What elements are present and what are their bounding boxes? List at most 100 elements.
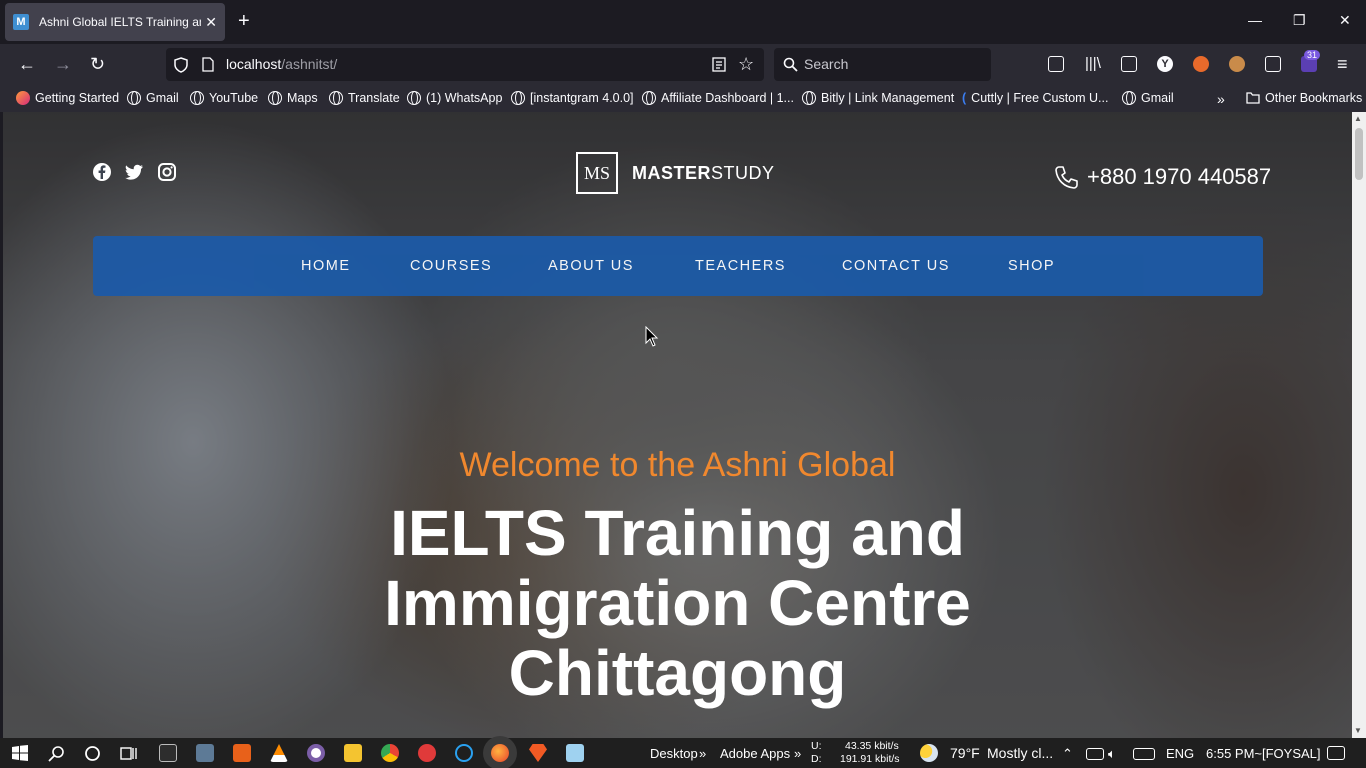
search-bar[interactable]: Search: [774, 48, 991, 81]
scroll-up-icon[interactable]: ▲: [1354, 114, 1362, 123]
scroll-down-icon[interactable]: ▼: [1354, 726, 1362, 735]
other-bookmarks[interactable]: Other Bookmarks: [1246, 91, 1362, 105]
firefox-taskbar-icon[interactable]: [491, 744, 509, 762]
restore-icon[interactable]: ❐: [1293, 12, 1306, 29]
bookmark-gmail[interactable]: Gmail: [127, 91, 179, 105]
taskbar-search-icon[interactable]: [48, 745, 65, 762]
ccleaner-icon[interactable]: [455, 744, 473, 762]
net-up-speed: 43.35 kbit/s: [845, 740, 899, 752]
tab-title: Ashni Global IELTS Training and: [39, 15, 202, 29]
adobe-apps-toolbar[interactable]: Adobe Apps: [720, 746, 790, 761]
network-icon[interactable]: [1086, 748, 1104, 760]
menu-teachers[interactable]: TEACHERS: [695, 258, 786, 274]
vlc-icon[interactable]: [270, 744, 288, 762]
bookmark-translate[interactable]: Translate: [329, 91, 400, 105]
adobe-chevron-icon[interactable]: »: [794, 746, 801, 761]
reader-view-icon[interactable]: [712, 57, 726, 72]
weather-icon[interactable]: [920, 744, 938, 762]
instagram-icon[interactable]: [157, 162, 177, 182]
notifications-icon[interactable]: [1327, 746, 1345, 760]
site-logo[interactable]: MS MASTERSTUDY: [576, 152, 775, 194]
globe-icon: [329, 91, 343, 105]
bookmark-whatsapp[interactable]: (1) WhatsApp: [407, 91, 502, 105]
hero-headline: IELTS Training and Immigration Centre Ch…: [3, 498, 1352, 708]
tab-strip: M Ashni Global IELTS Training and ✕ + — …: [0, 0, 1366, 44]
folder-icon: [1246, 92, 1260, 104]
notepad-icon[interactable]: [566, 744, 584, 762]
menu-shop[interactable]: SHOP: [1008, 258, 1055, 274]
cookie-icon[interactable]: [1229, 56, 1245, 72]
globe-icon: [511, 91, 525, 105]
new-tab-button[interactable]: +: [238, 11, 250, 31]
bookmark-cuttly[interactable]: (Cuttly | Free Custom U...: [962, 91, 1108, 105]
hero-welcome: Welcome to the Ashni Global: [459, 446, 896, 484]
globe-icon: [1122, 91, 1136, 105]
header-phone[interactable]: +880 1970 440587: [1053, 164, 1271, 190]
tray-chevron-icon[interactable]: ⌃: [1062, 746, 1073, 762]
bookmark-youtube[interactable]: YouTube: [190, 91, 258, 105]
close-window-icon[interactable]: ✕: [1339, 12, 1351, 29]
scroll-thumb[interactable]: [1355, 128, 1363, 180]
yoast-extension-icon[interactable]: Y: [1157, 56, 1173, 72]
file-explorer-icon[interactable]: [344, 744, 362, 762]
screenshot-icon[interactable]: [1265, 56, 1281, 72]
more-bookmarks-icon[interactable]: »: [1217, 91, 1225, 107]
bookmark-maps[interactable]: Maps: [268, 91, 318, 105]
weather-temp[interactable]: 79°F: [950, 745, 980, 761]
reload-icon[interactable]: ↻: [90, 54, 105, 74]
weather-condition[interactable]: Mostly cl...: [987, 745, 1053, 761]
extension-badge: 31: [1304, 50, 1321, 60]
media-player-icon[interactable]: [307, 744, 325, 762]
globe-icon: [802, 91, 816, 105]
shield-icon[interactable]: [174, 57, 188, 73]
task-view-icon[interactable]: [120, 745, 138, 762]
menu-home[interactable]: HOME: [301, 258, 351, 274]
sidebar-icon[interactable]: [1121, 56, 1137, 72]
extension-icon[interactable]: [1193, 56, 1209, 72]
menu-about-us[interactable]: ABOUT US: [548, 258, 634, 274]
volume-icon[interactable]: 🔈︎: [1108, 746, 1116, 762]
bookmark-instantgram[interactable]: [instantgram 4.0.0]: [511, 91, 634, 105]
chrome-icon[interactable]: [381, 744, 399, 762]
xampp-icon[interactable]: [233, 744, 251, 762]
keyboard-icon[interactable]: [1133, 748, 1155, 760]
taskbar-clock[interactable]: 6:55 PM~[FOYSAL]: [1206, 746, 1321, 761]
brave-icon[interactable]: [529, 744, 547, 762]
menu-courses[interactable]: COURSES: [410, 258, 492, 274]
bookmark-gmail-2[interactable]: Gmail: [1122, 91, 1174, 105]
app-icon[interactable]: [418, 744, 436, 762]
language-indicator[interactable]: ENG: [1166, 746, 1194, 761]
url-bar[interactable]: localhost/ashnitst/ ☆: [166, 48, 764, 81]
url-text[interactable]: localhost/ashnitst/: [226, 56, 337, 72]
cortana-icon[interactable]: [84, 745, 101, 762]
cmd-icon[interactable]: [159, 744, 177, 762]
bookmark-getting-started[interactable]: Getting Started: [16, 91, 119, 105]
globe-icon: [127, 91, 141, 105]
menu-contact-us[interactable]: CONTACT US: [842, 258, 950, 274]
windows-taskbar: Desktop » Adobe Apps » U: D: 43.35 kbit/…: [0, 738, 1366, 768]
desktop-toolbar[interactable]: Desktop: [650, 746, 698, 761]
library-icon[interactable]: |||\: [1085, 54, 1101, 74]
net-down-label: D:: [811, 753, 822, 765]
pocket-icon[interactable]: [1048, 56, 1064, 72]
back-icon[interactable]: ←: [18, 54, 36, 74]
menu-icon[interactable]: ≡: [1337, 54, 1348, 74]
tab-active[interactable]: M Ashni Global IELTS Training and ✕: [5, 3, 225, 41]
facebook-icon[interactable]: [92, 162, 112, 182]
page-scrollbar[interactable]: ▲ ▼: [1352, 112, 1366, 738]
desktop-chevron-icon[interactable]: »: [699, 746, 706, 761]
page-icon: [202, 57, 214, 72]
cuttly-icon: (: [962, 91, 967, 105]
remote-desktop-icon[interactable]: [196, 744, 214, 762]
headline-line-3: Chittagong: [508, 637, 847, 709]
bookmark-star-icon[interactable]: ☆: [738, 54, 754, 74]
close-tab-icon[interactable]: ✕: [205, 14, 217, 31]
windows-start-icon[interactable]: [12, 745, 28, 761]
bookmark-affiliate[interactable]: Affiliate Dashboard | 1...: [642, 91, 794, 105]
bookmark-bitly[interactable]: Bitly | Link Management: [802, 91, 954, 105]
phone-number: +880 1970 440587: [1087, 164, 1272, 189]
forward-icon[interactable]: →: [54, 54, 72, 74]
twitter-icon[interactable]: [124, 162, 144, 182]
minimize-icon[interactable]: —: [1248, 12, 1262, 28]
firefox-icon: [16, 91, 30, 105]
